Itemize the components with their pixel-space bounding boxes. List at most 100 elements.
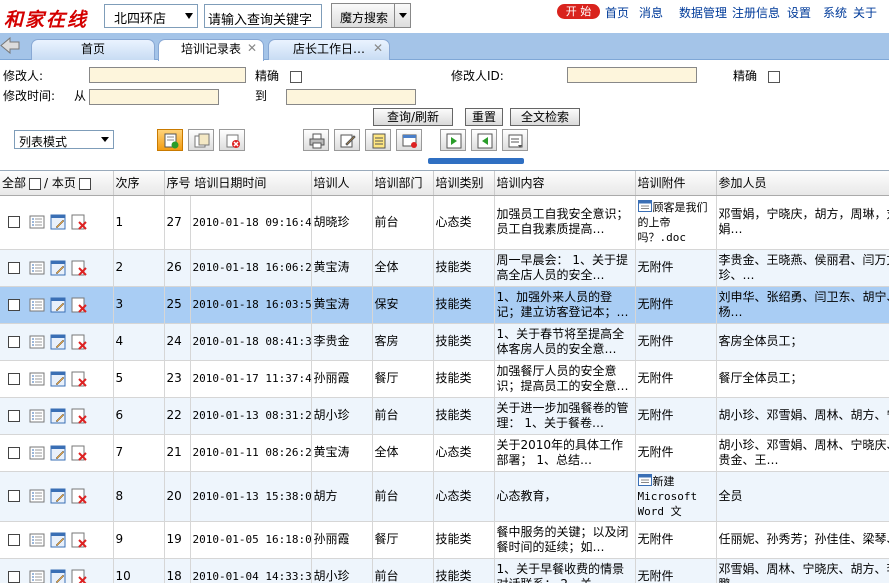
magic-search-dropdown[interactable] — [394, 4, 410, 27]
view-details-icon[interactable] — [29, 488, 45, 504]
start-button[interactable]: 开 始 — [557, 4, 600, 19]
select-page-checkbox[interactable] — [78, 177, 91, 190]
notes-button[interactable] — [365, 129, 391, 151]
row-checkbox[interactable] — [8, 216, 20, 228]
row-checkbox[interactable] — [8, 335, 20, 348]
column-header-dept[interactable]: 培训部门 — [372, 171, 434, 196]
delete-record-icon[interactable] — [71, 371, 87, 387]
view-details-icon[interactable] — [29, 260, 45, 276]
row-checkbox[interactable] — [8, 298, 20, 311]
delete-record-icon[interactable] — [71, 532, 87, 548]
view-details-icon[interactable] — [29, 532, 45, 548]
edit-record-icon[interactable] — [50, 214, 66, 230]
nav-messages[interactable]: 消息 — [639, 4, 663, 21]
reset-button[interactable]: 重置 — [465, 108, 503, 126]
column-header-order[interactable]: 次序 — [113, 171, 165, 196]
date-to-input[interactable] — [286, 89, 416, 105]
tab-manager-log[interactable]: 店长工作日… ✕ — [268, 39, 390, 60]
edit-record-icon[interactable] — [50, 569, 66, 583]
collapse-handle[interactable] — [428, 158, 524, 164]
view-details-icon[interactable] — [29, 214, 45, 230]
table-row[interactable]: 10 18 2010-01-04 14:33:30 胡小珍 前台 技能类 1、关于早餐收费的… — [0, 558, 889, 583]
delete-record-icon[interactable] — [71, 297, 87, 313]
view-details-icon[interactable] — [29, 569, 45, 583]
view-details-icon[interactable] — [29, 408, 45, 424]
view-details-icon[interactable] — [29, 334, 45, 350]
add-record-button[interactable] — [157, 129, 183, 151]
delete-record-icon[interactable] — [71, 214, 87, 230]
edit-record-icon[interactable] — [50, 371, 66, 387]
delete-record-icon[interactable] — [71, 260, 87, 276]
attachment-link[interactable]: 顾客是我们的上帝吗？.doc — [637, 199, 714, 245]
view-mode-select[interactable]: 列表模式 — [14, 130, 114, 149]
delete-record-icon[interactable] — [71, 334, 87, 350]
delete-record-icon[interactable] — [71, 488, 87, 504]
close-icon[interactable]: ✕ — [373, 40, 383, 58]
copy-record-button[interactable] — [188, 129, 214, 151]
row-checkbox[interactable] — [8, 261, 20, 274]
row-checkbox[interactable] — [8, 533, 20, 546]
import-button[interactable] — [440, 129, 466, 151]
edit-record-icon[interactable] — [50, 488, 66, 504]
modifier-id-input[interactable] — [567, 67, 697, 83]
nav-system[interactable]: 系统 — [823, 4, 847, 21]
table-row[interactable]: 2 26 2010-01-18 16:06:22 黄宝涛 全体 技能类 周一早晨会： 1、关… — [0, 249, 889, 287]
table-row[interactable]: 4 24 2010-01-18 08:41:33 李贵金 客房 技能类 1、关于春节将至提高… — [0, 323, 889, 361]
edit-record-icon[interactable] — [50, 408, 66, 424]
table-row[interactable]: 9 19 2010-01-05 16:18:04 孙丽霞 餐厅 技能类 餐中服务的关键；以及… — [0, 521, 889, 559]
delete-record-icon[interactable] — [71, 569, 87, 583]
nav-about[interactable]: 关于 — [853, 4, 877, 21]
store-select[interactable]: 北四环店 — [104, 4, 198, 28]
row-checkbox[interactable] — [8, 409, 20, 422]
exact-checkbox[interactable] — [290, 71, 302, 83]
row-checkbox[interactable] — [8, 570, 20, 583]
table-row[interactable]: 6 22 2010-01-13 08:31:26 胡小珍 前台 技能类 关于进一步加强餐卷的… — [0, 397, 889, 435]
edit-button[interactable] — [334, 129, 360, 151]
nav-registration[interactable]: 注册信息 — [732, 4, 780, 21]
view-details-icon[interactable] — [29, 297, 45, 313]
table-row[interactable]: 5 23 2010-01-17 11:37:40 孙丽霞 餐厅 技能类 加强餐厅人员的安全意… — [0, 360, 889, 398]
remove-button[interactable] — [396, 129, 422, 151]
search-input[interactable]: 请输入查询关键字 — [204, 4, 322, 28]
delete-record-icon[interactable] — [71, 445, 87, 461]
table-row[interactable]: 3 25 2010-01-18 16:03:52 黄宝涛 保安 技能类 1、加强外来人员的登… — [0, 286, 889, 324]
view-details-icon[interactable] — [29, 445, 45, 461]
table-row[interactable]: 8 20 2010-01-13 15:38:06 胡方 前台 心态类 心态教育， 新建 Mic… — [0, 471, 889, 522]
export-button[interactable] — [471, 129, 497, 151]
edit-record-icon[interactable] — [50, 532, 66, 548]
row-checkbox[interactable] — [8, 446, 20, 459]
exact-checkbox[interactable] — [768, 71, 780, 83]
row-checkbox[interactable] — [8, 372, 20, 385]
tab-training-records[interactable]: 培训记录表 ✕ — [158, 39, 264, 61]
column-header-participants[interactable]: 参加人员 — [716, 171, 889, 196]
nav-data-management[interactable]: 数据管理 — [679, 4, 727, 21]
date-from-input[interactable] — [89, 89, 219, 105]
column-header-type[interactable]: 培训类别 — [433, 171, 495, 196]
table-row[interactable]: 7 21 2010-01-11 08:26:20 黄宝涛 全体 心态类 关于2010年的具体… — [0, 434, 889, 472]
table-row[interactable]: 1 27 2010-01-18 09:16:45 胡晓珍 前台 心态类 加强员工自我安全意识… — [0, 195, 889, 250]
row-checkbox[interactable] — [8, 490, 20, 502]
attachment-link[interactable]: 新建 Microsoft Word 文档.doc — [637, 473, 714, 519]
edit-record-icon[interactable] — [50, 297, 66, 313]
close-icon[interactable]: ✕ — [247, 40, 257, 58]
nav-settings[interactable]: 设置 — [787, 4, 811, 21]
query-refresh-button[interactable]: 查询/刷新 — [373, 108, 453, 126]
column-header-attachment[interactable]: 培训附件 — [635, 171, 717, 196]
select-all-checkbox[interactable] — [29, 177, 42, 190]
back-arrow-icon[interactable] — [0, 36, 20, 55]
nav-home[interactable]: 首页 — [605, 4, 629, 21]
settings-button[interactable] — [502, 129, 528, 151]
modifier-input[interactable] — [89, 67, 246, 83]
edit-record-icon[interactable] — [50, 445, 66, 461]
delete-records-button[interactable] — [219, 129, 245, 151]
fulltext-search-button[interactable]: 全文检索 — [510, 108, 580, 126]
edit-record-icon[interactable] — [50, 260, 66, 276]
column-header-content[interactable]: 培训内容 — [494, 171, 636, 196]
column-header-no-datetime[interactable]: 序号 培训日期时间 — [164, 171, 312, 196]
view-details-icon[interactable] — [29, 371, 45, 387]
edit-record-icon[interactable] — [50, 334, 66, 350]
print-button[interactable] — [303, 129, 329, 151]
column-header-trainer[interactable]: 培训人 — [311, 171, 373, 196]
delete-record-icon[interactable] — [71, 408, 87, 424]
magic-search-button[interactable]: 魔方搜索 — [331, 3, 411, 28]
